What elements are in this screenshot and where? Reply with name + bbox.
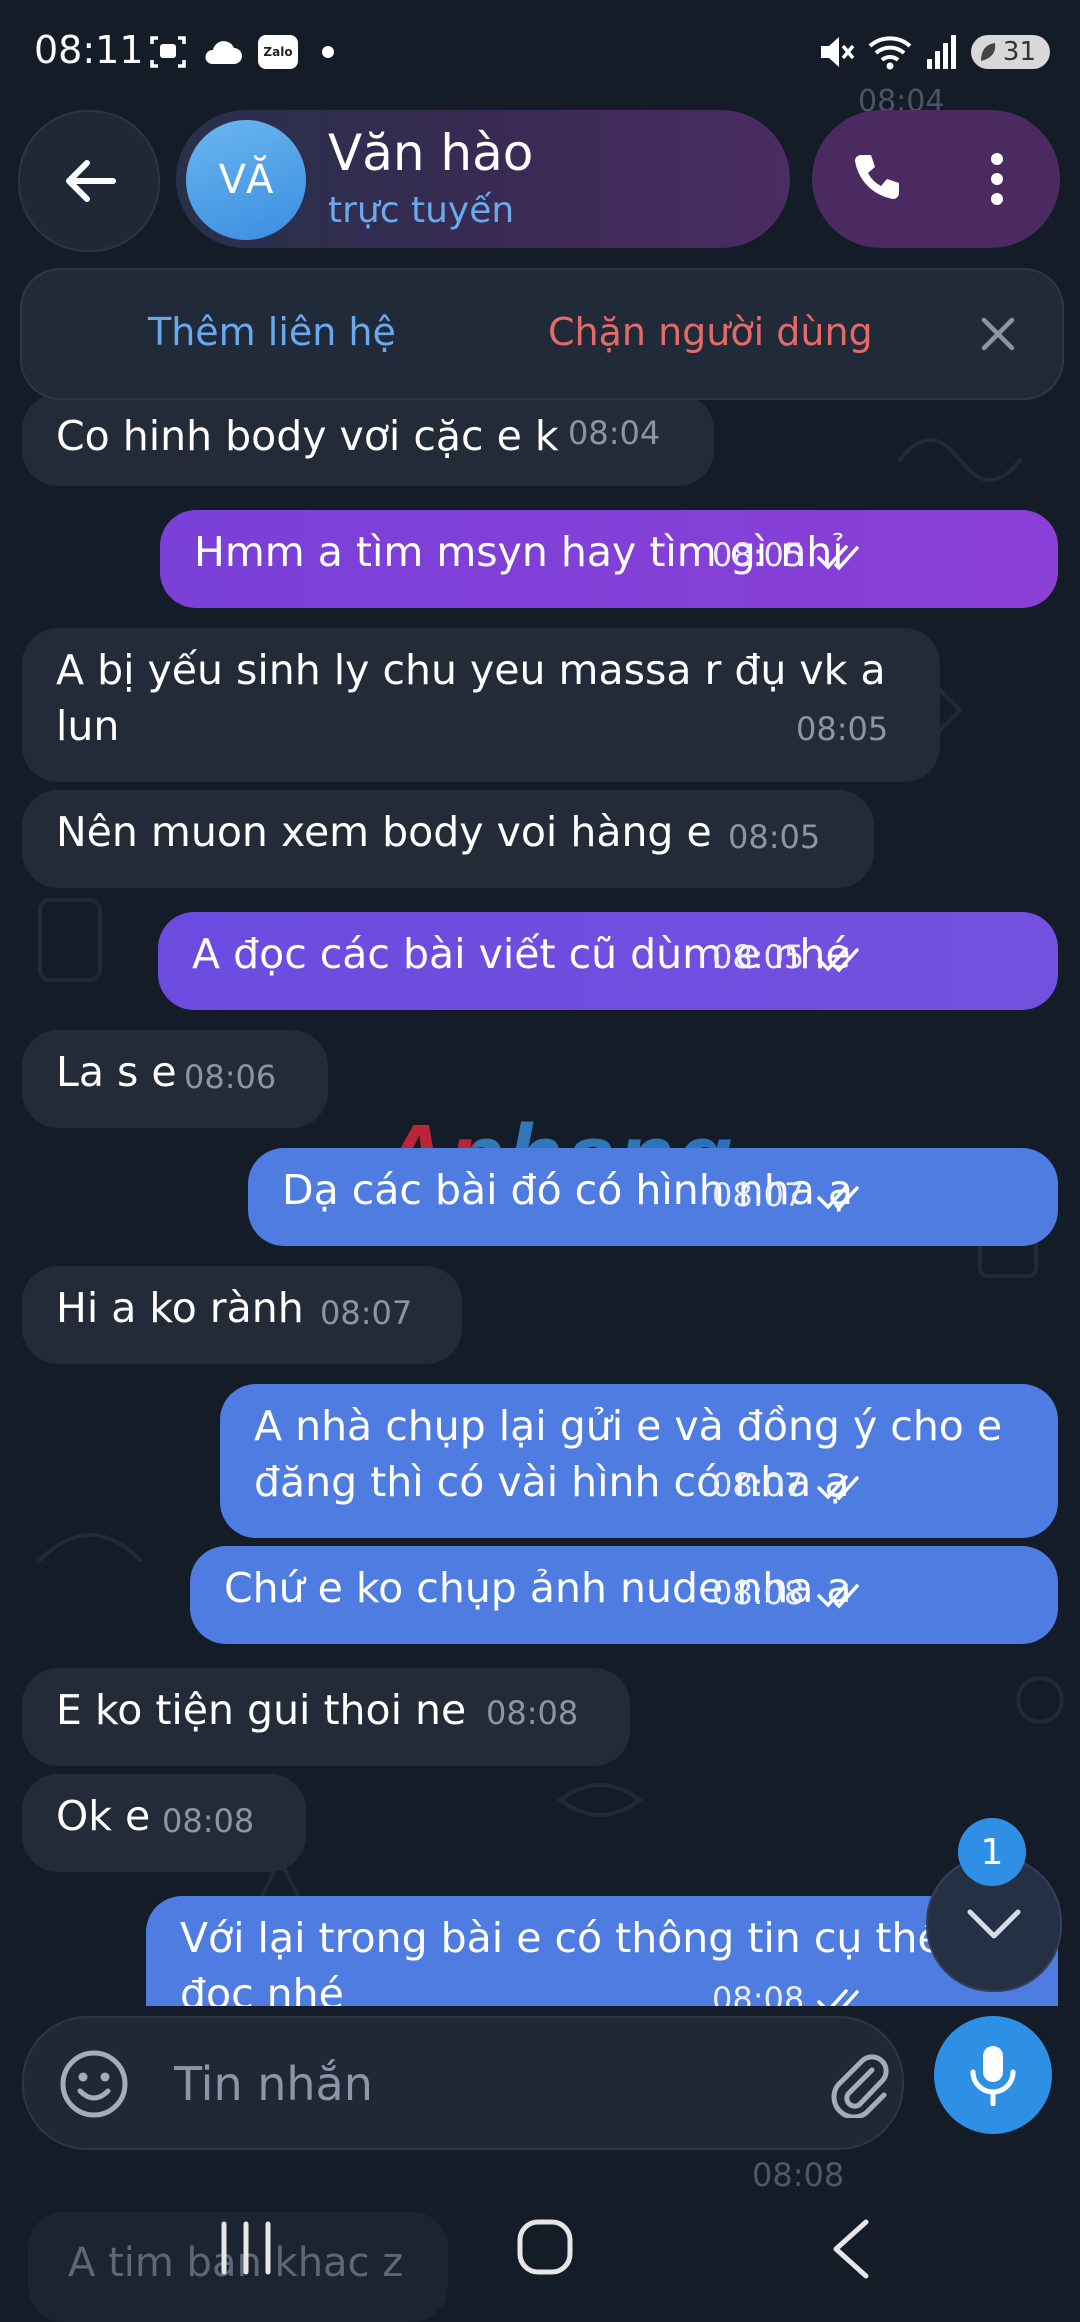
- read-receipt-icon: [817, 1583, 859, 1609]
- screenshot-icon: [150, 36, 186, 68]
- phone-icon: [855, 155, 899, 199]
- add-contact-button[interactable]: Thêm liên hệ: [148, 310, 396, 354]
- unread-count-badge: 1: [958, 1818, 1026, 1886]
- zalo-icon: Zalo: [258, 35, 298, 69]
- contact-status: trực tuyến: [328, 190, 515, 231]
- incoming-message[interactable]: La s e 08:06: [22, 1030, 328, 1128]
- leaf-icon: [980, 43, 996, 61]
- new-contact-banner: Thêm liên hệ Chặn người dùng: [20, 268, 1064, 400]
- read-receipt-icon: [817, 1989, 859, 2006]
- outgoing-message[interactable]: Hmm a tìm msyn hay tìm gì nhỉ 08:05: [160, 510, 1058, 608]
- message-composer: [22, 2016, 904, 2150]
- message-time: 08:07: [712, 1176, 805, 1214]
- call-button[interactable]: [840, 144, 910, 214]
- message-time: 08:07: [320, 1294, 413, 1332]
- arrow-left-icon: [66, 160, 116, 202]
- voice-record-button[interactable]: [934, 2016, 1052, 2134]
- more-vertical-icon: [991, 153, 1003, 205]
- message-time: 08:08: [712, 1980, 805, 2006]
- message-time: 08:08: [712, 1574, 805, 1612]
- message-text: E ko tiện gui thoi ne: [56, 1686, 467, 1734]
- message-text: Ok e: [56, 1792, 151, 1840]
- outgoing-message[interactable]: A đọc các bài viết cũ dùm e nhé 08:05: [158, 912, 1058, 1010]
- avatar[interactable]: VĂ: [186, 120, 306, 240]
- incoming-message[interactable]: Hi a ko rành 08:07: [22, 1266, 462, 1364]
- incoming-message[interactable]: E ko tiện gui thoi ne 08:08: [22, 1668, 630, 1766]
- back-nav-icon[interactable]: [826, 2216, 876, 2282]
- system-nav-bar: [0, 2180, 1080, 2316]
- cloud-icon: [205, 41, 242, 64]
- status-time: 08:11: [34, 28, 144, 72]
- block-user-button[interactable]: Chặn người dùng: [548, 310, 873, 354]
- more-options-button[interactable]: [962, 144, 1032, 214]
- header-actions: [812, 110, 1060, 248]
- message-time: 08:08: [162, 1802, 255, 1840]
- incoming-message[interactable]: Nên muon xem body voi hàng e 08:05: [22, 790, 874, 888]
- incoming-message[interactable]: Co hinh body vơi cặc e k 08:04: [22, 394, 714, 486]
- contact-name: Văn hào: [328, 124, 534, 182]
- status-left-icons: Zalo: [148, 30, 334, 74]
- outgoing-message[interactable]: Chứ e ko chụp ảnh nude nha a 08:08: [190, 1546, 1058, 1644]
- home-icon[interactable]: [516, 2218, 574, 2276]
- outgoing-message[interactable]: Với lại trong bài e có thông tin cụ thể …: [146, 1896, 1058, 2006]
- chevron-down-icon: [967, 1909, 1021, 1939]
- message-text: Nên muon xem body voi hàng e: [56, 808, 712, 856]
- message-text: La s e: [56, 1048, 177, 1096]
- banner-close-button[interactable]: [968, 304, 1028, 364]
- read-receipt-icon: [817, 1185, 859, 1211]
- message-text: Hi a ko rành: [56, 1284, 304, 1332]
- outgoing-message[interactable]: A nhà chụp lại gửi e và đồng ý cho e đăn…: [220, 1384, 1058, 1538]
- message-time: 08:08: [486, 1694, 579, 1732]
- incoming-message[interactable]: Ok e 08:08: [22, 1774, 306, 1872]
- battery-indicator: 31: [970, 35, 1050, 69]
- contact-info[interactable]: VĂ Văn hào trực tuyến: [176, 110, 790, 248]
- read-receipt-icon: [817, 947, 859, 973]
- message-input[interactable]: [172, 2048, 816, 2120]
- message-text: Co hinh body vơi cặc e k: [56, 412, 559, 460]
- read-receipt-icon: [817, 545, 859, 571]
- message-time: 08:05: [728, 818, 821, 856]
- wifi-icon: [868, 36, 912, 70]
- emoji-icon[interactable]: [58, 2048, 130, 2120]
- message-time: 08:05: [712, 536, 805, 574]
- message-time: 08:06: [184, 1058, 277, 1096]
- mute-icon: [820, 37, 855, 67]
- message-text: A bị yếu sinh ly chu yeu massa r đụ vk a…: [56, 646, 886, 750]
- close-icon: [981, 317, 1015, 351]
- status-bar: 08:11 Zalo 31: [0, 0, 1080, 104]
- message-time: 08:05: [712, 938, 805, 976]
- battery-level: 31: [1002, 37, 1036, 67]
- message-time: 08:04: [568, 414, 661, 452]
- message-time: 08:05: [796, 710, 889, 748]
- incoming-message[interactable]: A bị yếu sinh ly chu yeu massa r đụ vk a…: [22, 628, 940, 782]
- microphone-icon: [970, 2046, 1016, 2106]
- back-button[interactable]: [18, 110, 160, 252]
- message-time: 08:07: [712, 1466, 805, 1504]
- read-receipt-icon: [817, 1475, 859, 1501]
- status-right-icons: 31: [817, 28, 1050, 76]
- outgoing-message[interactable]: Dạ các bài đó có hình nha ạ 08:07: [248, 1148, 1058, 1246]
- notification-dot: [322, 46, 334, 58]
- recent-apps-icon[interactable]: [216, 2220, 276, 2276]
- attach-icon[interactable]: [824, 2048, 894, 2118]
- signal-icon: [926, 35, 956, 69]
- message-text: A nhà chụp lại gửi e và đồng ý cho e đăn…: [254, 1402, 1003, 1506]
